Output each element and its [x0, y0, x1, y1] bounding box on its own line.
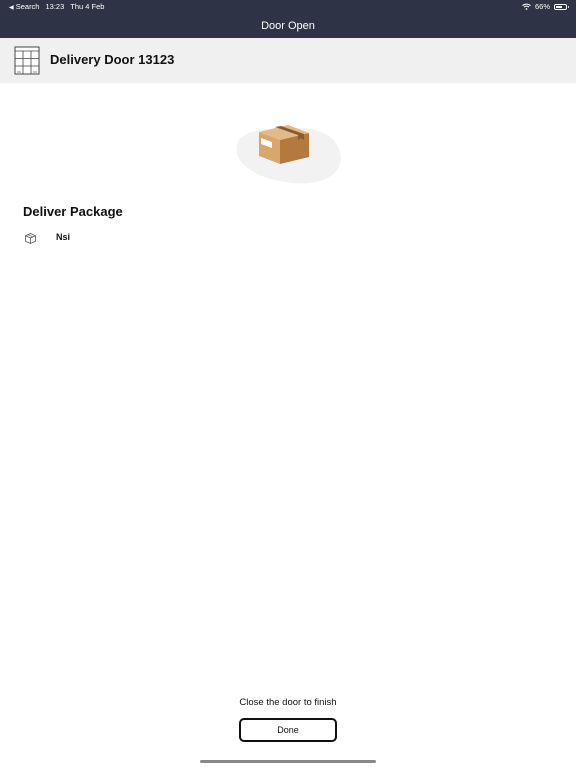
door-header: Delivery Door 13123 — [0, 38, 576, 83]
section-title: Deliver Package — [23, 204, 123, 219]
package-box-icon — [236, 125, 341, 184]
status-time: 13:23 — [45, 2, 65, 11]
back-arrow-icon: ◀ — [9, 5, 14, 11]
done-button[interactable]: Done — [239, 718, 337, 742]
package-list-item: Nsi — [24, 231, 70, 245]
wifi-icon — [522, 3, 531, 10]
package-icon — [25, 232, 36, 244]
nav-bar: Door Open — [0, 14, 576, 38]
home-indicator[interactable] — [200, 760, 376, 763]
finish-instruction: Close the door to finish — [239, 697, 337, 708]
status-date: Thu 4 Feb — [70, 2, 105, 11]
door-title: Delivery Door 13123 — [50, 52, 175, 67]
battery-icon — [554, 3, 569, 10]
battery-percent: 66% — [534, 2, 550, 11]
battery-fill — [556, 5, 562, 8]
package-label: Nsi — [56, 232, 71, 242]
back-label: Search — [15, 2, 40, 11]
nav-title: Door Open — [261, 20, 315, 32]
status-bar: ◀ Search 13:23 Thu 4 Feb 66% — [0, 0, 576, 14]
locker-icon — [14, 46, 40, 75]
back-to-search-link[interactable]: ◀ Search — [9, 2, 39, 11]
